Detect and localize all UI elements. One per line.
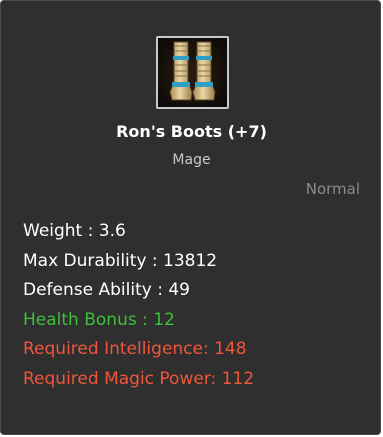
- item-class: Mage: [172, 152, 211, 168]
- stat-defense-ability: Defense Ability : 49: [23, 280, 190, 300]
- stat-required-intelligence: Required Intelligence: 148: [23, 339, 247, 359]
- stat-health-bonus: Health Bonus : 12: [23, 309, 175, 330]
- stat-max-durability: Max Durability : 13812: [23, 250, 218, 271]
- stat-weight: Weight : 3.6: [23, 221, 126, 241]
- boots-icon: [156, 36, 229, 109]
- item-name: Ron's Boots (+7): [116, 122, 267, 141]
- item-tooltip: Ron's Boots (+7) Mage Normal Weight : 3.…: [0, 0, 381, 435]
- item-stats: Weight : 3.6 Max Durability : 13812 Defe…: [23, 217, 254, 394]
- item-grade: Normal: [305, 180, 360, 198]
- stat-required-magic-power: Required Magic Power: 112: [23, 368, 255, 389]
